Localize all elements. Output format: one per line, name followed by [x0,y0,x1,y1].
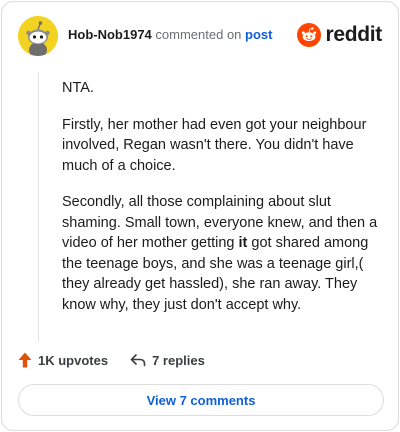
comment-paragraph: NTA. [62,80,94,96]
upvote-count[interactable]: 1K upvotes [18,352,108,368]
comment-footer: 1K upvotes 7 replies [18,349,205,371]
reddit-brand[interactable]: reddit [297,22,382,48]
post-link[interactable]: post [245,27,272,42]
reddit-wordmark: reddit [325,23,382,46]
view-comments-button[interactable]: View 7 comments [18,384,384,416]
reply-count[interactable]: 7 replies [130,353,205,368]
comment-meta: Hob-Nob1974 commented on post [68,27,273,42]
reply-arrow-icon [130,354,146,367]
comment-body: NTA. Firstly, her mother had even got yo… [62,78,380,331]
snoo-avatar-icon[interactable] [18,16,58,56]
username-link[interactable]: Hob-Nob1974 [68,27,152,42]
reply-label: 7 replies [152,352,205,368]
upvote-arrow-icon [18,352,32,368]
comment-embed-card: Hob-Nob1974 commented on post reddit NTA… [1,1,399,431]
reddit-logo-icon [297,23,322,47]
comment-header: Hob-Nob1974 commented on post reddit [18,16,382,56]
action-text: commented on [155,27,242,42]
upvote-label: 1K upvotes [38,352,109,368]
comment-paragraph: Firstly, her mother had even got your ne… [62,116,367,174]
comment-paragraph: Secondly, all those complaining about sl… [62,192,380,315]
thread-line [38,72,39,342]
